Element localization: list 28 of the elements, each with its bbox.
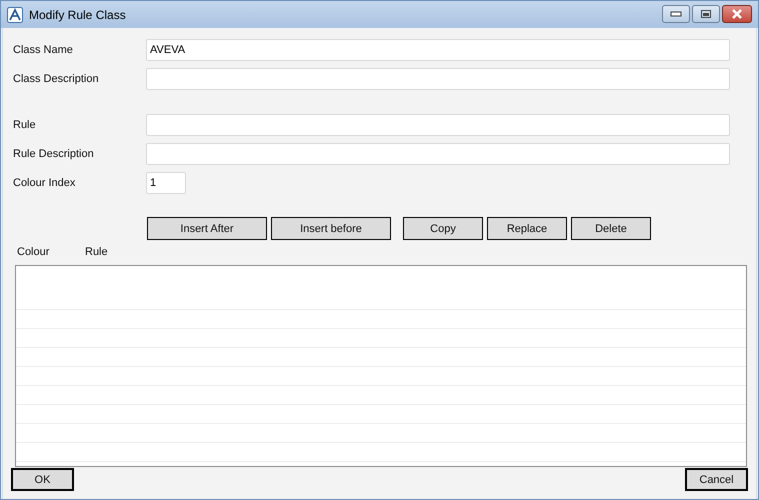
window-title: Modify Rule Class: [29, 8, 126, 22]
column-header: Rule: [85, 246, 109, 258]
text-field[interactable]: [146, 114, 730, 136]
text-field[interactable]: AVEVA: [146, 39, 730, 61]
field-label: Class Description: [12, 73, 100, 85]
rule-list[interactable]: [15, 265, 747, 467]
field-label: Class Name: [12, 44, 74, 56]
text-field[interactable]: [146, 143, 730, 165]
dialog-button[interactable]: OK: [11, 468, 74, 491]
dialog-button[interactable]: Cancel: [685, 468, 748, 491]
maximize-icon: [700, 9, 712, 19]
text-field[interactable]: [146, 68, 730, 90]
text-field[interactable]: 1: [146, 172, 186, 194]
column-header: Colour: [17, 246, 50, 258]
close-button[interactable]: [722, 5, 752, 23]
field-label: Rule Description: [12, 148, 95, 160]
field-label: Colour Index: [12, 177, 76, 189]
action-button[interactable]: Insert After: [147, 217, 267, 240]
minimize-button[interactable]: [662, 5, 690, 23]
action-button[interactable]: Delete: [571, 217, 651, 240]
maximize-button[interactable]: [692, 5, 720, 23]
action-button[interactable]: Insert before: [271, 217, 391, 240]
app-icon: [7, 6, 23, 22]
minimize-icon: [670, 11, 682, 17]
field-label: Rule: [12, 119, 37, 131]
action-button[interactable]: Replace: [487, 217, 567, 240]
close-icon: [730, 9, 744, 19]
action-button[interactable]: Copy: [403, 217, 483, 240]
